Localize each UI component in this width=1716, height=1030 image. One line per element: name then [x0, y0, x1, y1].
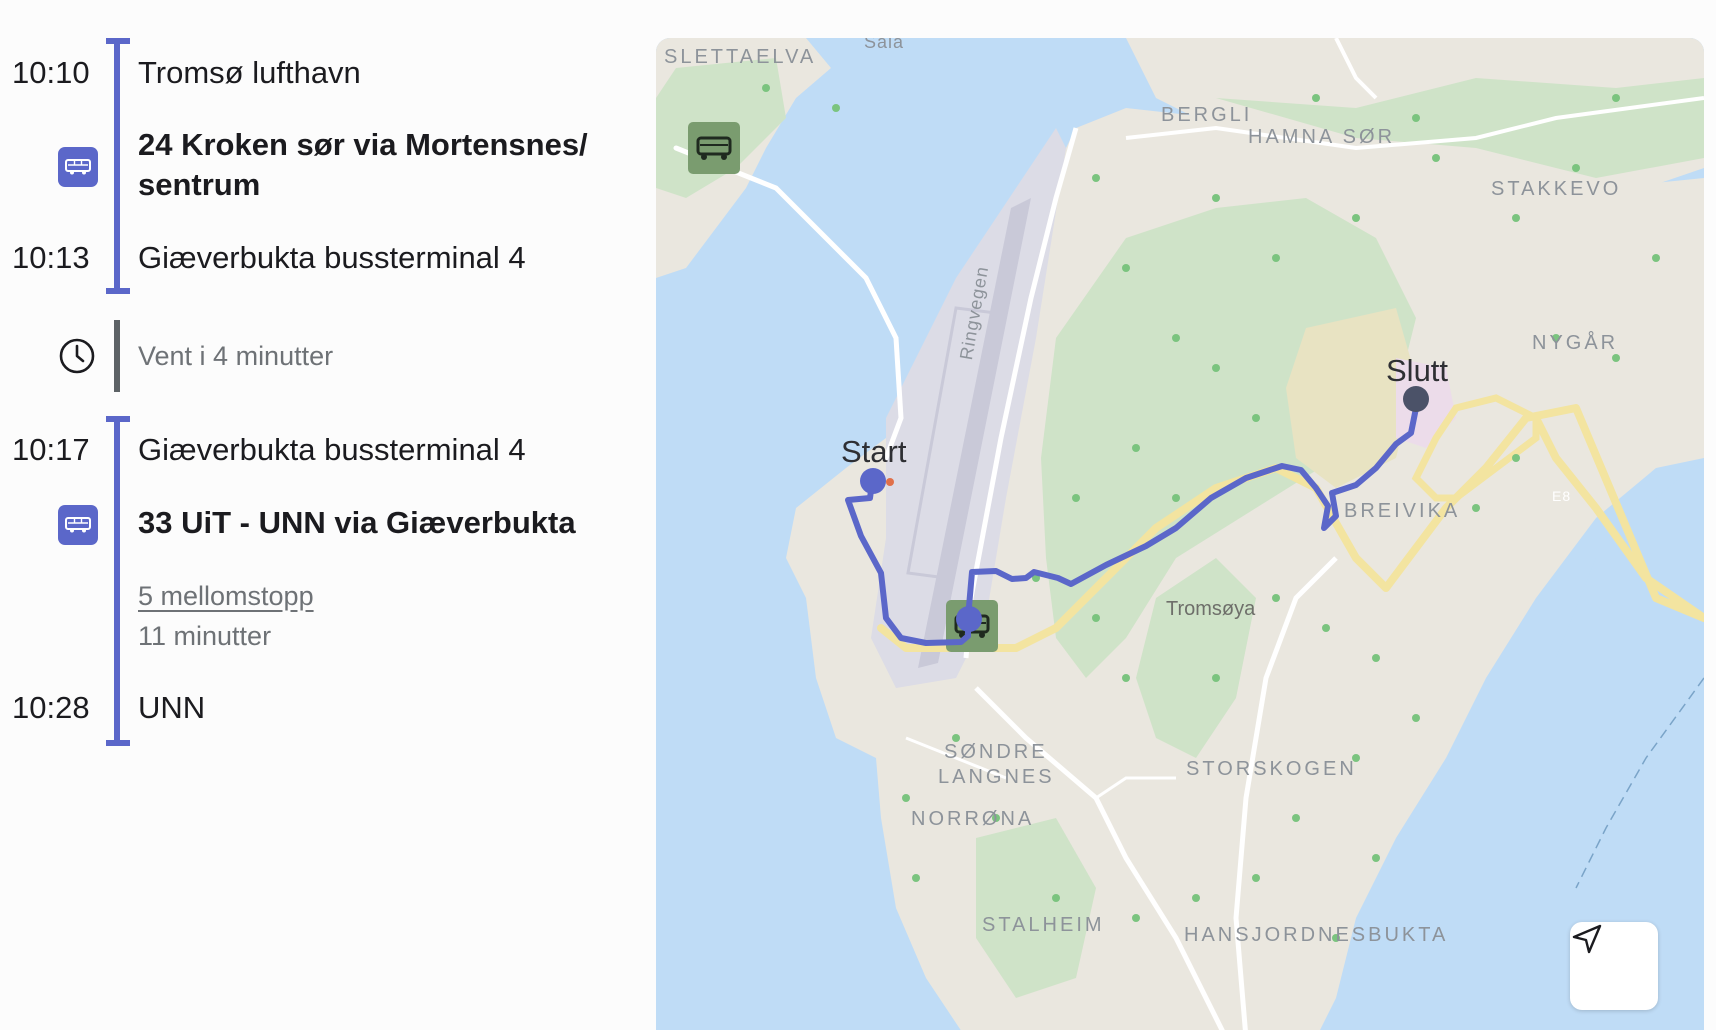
intermediate-stops-link[interactable]: 5 mellomstopp	[138, 580, 314, 612]
map-label-norrona: NORRØNA	[911, 808, 1035, 830]
map-label-stalheim: STALHEIM	[982, 914, 1105, 936]
map-label-e8: E8	[1552, 488, 1572, 504]
end-label: Slutt	[1386, 353, 1449, 388]
leg1-from-stop[interactable]: Tromsø lufthavn	[138, 55, 638, 91]
map-label-slettaelva: SLETTAELVA	[664, 46, 817, 68]
bus-stop-marker-north[interactable]	[688, 122, 740, 174]
end-pin[interactable]	[1403, 386, 1429, 412]
leg1-to-stop[interactable]: Giæverbukta bussterminal 4	[138, 240, 638, 276]
leg2-rail-bottom-cap	[106, 740, 130, 746]
navigation-arrow-icon	[1572, 924, 1602, 954]
map-label-nygar: NYGÅR	[1532, 332, 1619, 354]
airport-poi-dot	[886, 478, 894, 486]
map-label-storskogen: STORSKOGEN	[1186, 758, 1357, 780]
start-label: Start	[841, 434, 907, 469]
map-label-hamna-sor: HAMNA SØR	[1248, 126, 1396, 148]
locate-me-button[interactable]	[1570, 922, 1658, 1010]
map-label-breivika: BREIVIKA	[1344, 500, 1461, 522]
map-label-stakkevo: STAKKEVO	[1491, 178, 1622, 200]
leg2-departure-time: 10:17	[12, 432, 90, 467]
leg1-arrival-time: 10:13	[12, 240, 90, 275]
wait-duration-text: Vent i 4 minutter	[138, 341, 334, 371]
map-label-bergli: BERGLI	[1161, 104, 1253, 126]
leg2-to-stop[interactable]: UNN	[138, 690, 638, 726]
leg2-line-name: 33 UiT - UNN via Giæverbukta	[138, 505, 576, 540]
trip-details-screen: 10:10 Tromsø lufthavn 24 Kroken sør via …	[0, 0, 1716, 1030]
bus-icon	[58, 147, 98, 187]
bus-icon	[58, 505, 98, 545]
route-map[interactable]: SLETTAELVA Sala BERGLI HAMNA SØR STAKKEV…	[656, 38, 1704, 1030]
start-pin[interactable]	[860, 468, 886, 494]
map-label-hansjordnesbukta: HANSJORDNESBUKTA	[1184, 924, 1449, 946]
transfer-pin[interactable]	[956, 606, 982, 632]
leg1-rail-bottom-cap	[106, 288, 130, 294]
leg2-rail	[114, 416, 120, 744]
map-label-sala: Sala	[864, 38, 905, 52]
leg1-line-name: 24 Kroken sør via Mortensnes/ sentrum	[138, 127, 588, 202]
leg1-rail	[114, 38, 120, 292]
map-label-langnes: LANGNES	[938, 766, 1055, 788]
leg2-arrival-time: 10:28	[12, 690, 90, 725]
leg2-duration: 11 minutter	[138, 621, 272, 651]
map-label-tromsoya: Tromsøya	[1166, 598, 1256, 620]
leg2-from-stop[interactable]: Giæverbukta bussterminal 4	[138, 432, 638, 468]
map-label-sondre: SØNDRE	[944, 741, 1048, 763]
itinerary-panel: 10:10 Tromsø lufthavn 24 Kroken sør via …	[0, 0, 640, 1030]
leg1-departure-time: 10:10	[12, 55, 90, 90]
clock-icon	[58, 337, 96, 375]
wait-rail	[114, 320, 120, 392]
